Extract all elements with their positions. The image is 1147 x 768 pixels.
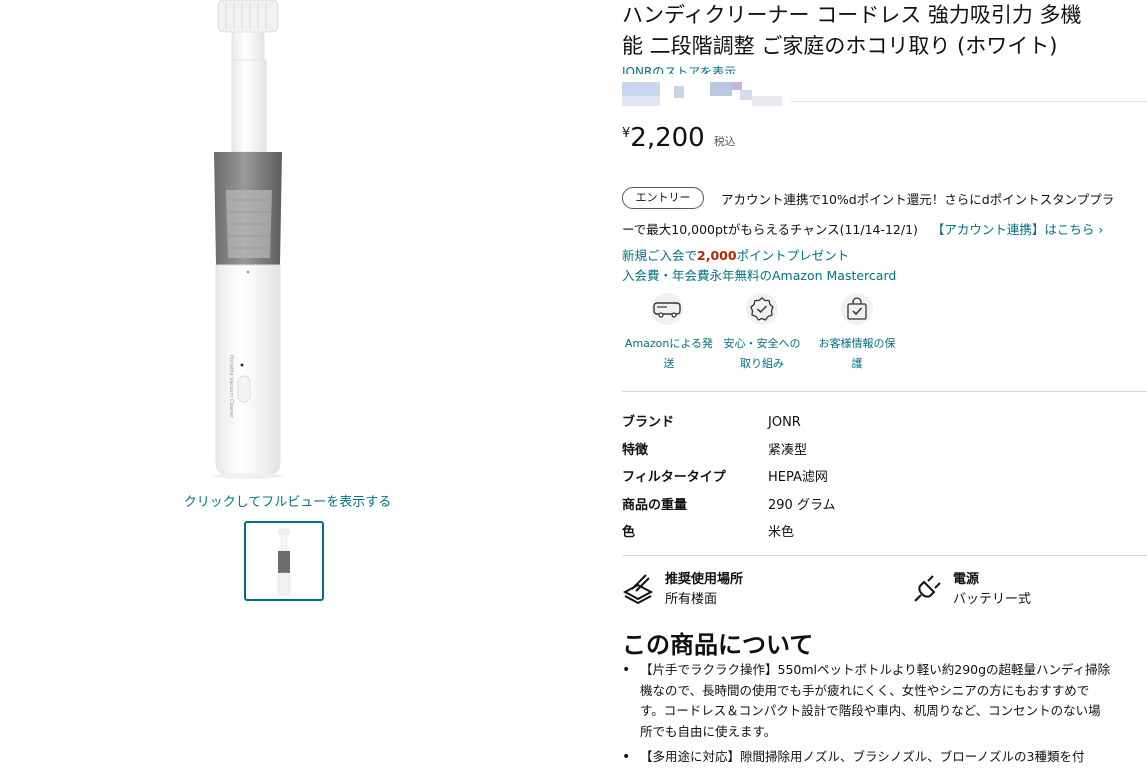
- new-member-prefix: 新規ご入会で: [622, 248, 698, 263]
- spec-key: フィルタータイプ: [622, 470, 726, 485]
- list-item: • 【多用途に対応】隙間掃除用ノズル、ブラシノズル、ブローノズルの3種類を付: [622, 747, 1147, 768]
- usage-place-value: 所有楼面: [665, 592, 718, 607]
- spec-row: フィルタータイプ HEPA滤网: [622, 467, 836, 495]
- rating-blurred: [622, 82, 792, 106]
- spec-row: ブランド JONR: [622, 412, 836, 440]
- list-item: • 【片手でラクラク操作】550mlペットボトルより軽い約290gの超軽量ハンデ…: [622, 660, 1147, 742]
- promo-text-line2: ーで最大10,000ptがもらえるチャンス(11/14-12/1) 【アカウント…: [622, 219, 1103, 238]
- feature-label-line2: 護: [851, 357, 863, 370]
- promo-text-line2-prefix: ーで最大10,000ptがもらえるチャンス(11/14-12/1): [622, 222, 918, 237]
- mastercard-link[interactable]: 入会費・年会費永年無料のAmazon Mastercard: [622, 265, 896, 284]
- power-source: 電源 バッテリー式: [953, 571, 1031, 611]
- spec-key: 特徴: [622, 442, 649, 458]
- product-title-line2: 能 二段階調整 ご家庭のホコリ取り (ホワイト): [622, 34, 1058, 58]
- spec-row: 特徴 紧凑型: [622, 440, 836, 468]
- feature-label-line2: 取り組み: [740, 357, 784, 370]
- spec-value: 紧凑型: [768, 442, 808, 458]
- feature-label: 安心・安全への 取り組み: [712, 334, 812, 374]
- feature-label: Amazonによる発 送: [619, 334, 719, 374]
- account-link[interactable]: 【アカウント連携】はこちら ›: [932, 222, 1103, 237]
- power-value: バッテリー式: [953, 592, 1032, 607]
- about-section-title: この商品について: [622, 631, 814, 659]
- usage-place: 推奨使用場所 所有楼面: [665, 571, 743, 611]
- promo-text-line1: アカウント連携で10%dポイント還元！さらにdポイントスタンププラ: [721, 192, 1115, 207]
- product-main-image[interactable]: Portable Vacuum Cleaner: [190, 0, 390, 480]
- delivery-truck-icon: [651, 293, 683, 325]
- feature-label-line1: 安心・安全への: [723, 337, 801, 350]
- secure-bag-icon: [841, 293, 873, 325]
- spec-key: ブランド: [622, 415, 675, 430]
- power-plug-icon: [912, 572, 944, 608]
- bullet-dot: •: [622, 749, 631, 765]
- price-currency: ¥: [622, 126, 631, 141]
- feature-label-line1: Amazonによる発: [624, 337, 714, 350]
- price-block: ¥ 2,200 税込: [622, 122, 736, 154]
- feature-label: お客様情報の保 護: [807, 334, 907, 374]
- usage-place-icon: [622, 572, 654, 608]
- power-title: 電源: [953, 572, 980, 587]
- spec-table: ブランド JONR 特徴 紧凑型 フィルタータイプ HEPA滤网 商品の重量 2…: [622, 412, 836, 550]
- spec-key: 商品の重量: [622, 497, 688, 513]
- price-tax-label: 税込: [713, 135, 736, 148]
- product-title-line1: ハンディクリーナー コードレス 強力吸引力 多機: [622, 3, 1082, 27]
- feature-label-line1: お客様情報の保: [818, 337, 896, 350]
- about-bullet-list: • 【片手でラクラク操作】550mlペットボトルより軽い約290gの超軽量ハンデ…: [622, 660, 1147, 768]
- svg-text:Portable Vacuum Cleaner: Portable Vacuum Cleaner: [228, 355, 234, 419]
- thumbnail-vacuum-image: [277, 528, 291, 596]
- bullet-dot: •: [622, 662, 631, 678]
- product-title: ハンディクリーナー コードレス 強力吸引力 多機 能 二段階調整 ご家庭のホコリ…: [622, 0, 1147, 62]
- new-member-points: 2,000: [697, 248, 737, 263]
- product-thumbnail[interactable]: [244, 521, 324, 601]
- divider: [790, 101, 1147, 102]
- spec-value: HEPA滤网: [768, 470, 828, 485]
- price-amount: 2,200: [630, 123, 705, 153]
- spec-key: 色: [622, 525, 636, 540]
- usage-place-title: 推奨使用場所: [665, 572, 744, 587]
- store-link[interactable]: JONRのストアを表示: [622, 62, 736, 74]
- spec-row: 商品の重量 290 グラム: [622, 495, 836, 523]
- divider: [622, 555, 1147, 556]
- feature-amazon-shipping[interactable]: Amazonによる発 送: [619, 293, 719, 374]
- divider: [622, 391, 1147, 392]
- new-member-suffix: ポイントプレゼント: [736, 248, 850, 263]
- spec-value: 米色: [768, 525, 795, 540]
- feature-safety[interactable]: 安心・安全への 取り組み: [712, 293, 812, 374]
- new-member-promo-link[interactable]: 新規ご入会で2,000ポイントプレゼント: [622, 245, 849, 264]
- feature-privacy[interactable]: お客様情報の保 護: [807, 293, 907, 374]
- feature-label-line2: 送: [663, 357, 675, 370]
- entry-badge-button[interactable]: エントリー: [622, 187, 704, 209]
- spec-row: 色 米色: [622, 522, 836, 550]
- bullet-text: 【多用途に対応】隙間掃除用ノズル、ブラシノズル、ブローノズルの3種類を付: [640, 749, 1085, 764]
- spec-value: JONR: [768, 415, 801, 430]
- spec-value: 290 グラム: [768, 497, 836, 513]
- safety-badge-icon: [746, 293, 778, 325]
- full-view-link[interactable]: クリックしてフルビューを表示する: [170, 491, 405, 510]
- bullet-text: 【片手でラクラク操作】550mlペットボトルより軽い約290gの超軽量ハンディ掃…: [640, 662, 1111, 739]
